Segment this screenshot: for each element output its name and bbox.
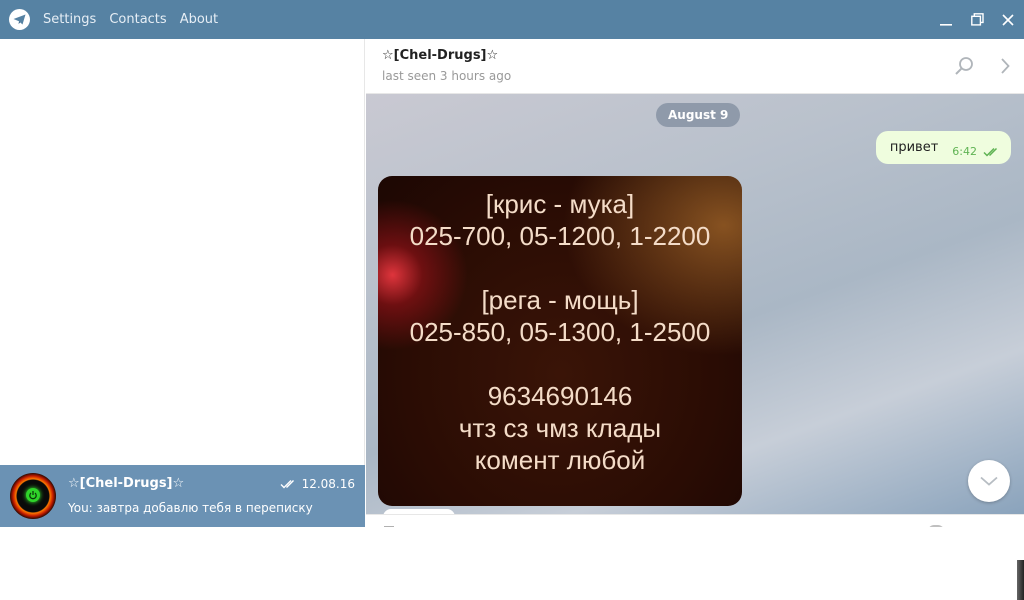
dialog-name: ☆[Chel-Drugs]☆ bbox=[68, 476, 185, 491]
minimize-icon bbox=[940, 23, 952, 26]
photo-caption-image-text: [крис - мука] 025-700, 05-1200, 1-2200 [… bbox=[378, 188, 742, 476]
search-button[interactable] bbox=[951, 53, 977, 79]
dialogs-sidebar: ☆[Chel-Drugs]☆ 12.08.16 You: завтра доба… bbox=[0, 39, 365, 527]
dialog-date-text: 12.08.16 bbox=[301, 477, 355, 491]
profile-toggle-button[interactable] bbox=[992, 53, 1018, 79]
photo-message[interactable]: [крис - мука] 025-700, 05-1200, 1-2200 [… bbox=[378, 176, 742, 506]
compose-area[interactable] bbox=[366, 514, 1024, 527]
telegram-logo-icon bbox=[9, 9, 30, 30]
chat-header: ☆[Chel-Drugs]☆ last seen 3 hours ago bbox=[366, 39, 1024, 94]
photo-line: чтз сз чмз клады bbox=[458, 413, 662, 443]
message-meta: 6:42 bbox=[952, 137, 1001, 158]
desktop-edge bbox=[1017, 560, 1024, 600]
telegram-window: Settings Contacts About ☆[Chel-Drugs]☆ 1… bbox=[0, 0, 1024, 527]
photo-line: [рега - мощь] bbox=[481, 285, 639, 315]
close-button[interactable] bbox=[993, 0, 1023, 39]
close-icon bbox=[1002, 13, 1014, 26]
message-time: 6:42 bbox=[952, 145, 977, 158]
attach-icon[interactable] bbox=[384, 526, 394, 527]
double-check-icon bbox=[280, 480, 294, 489]
photo-line: [крис - мука] bbox=[485, 189, 635, 219]
menu-about[interactable]: About bbox=[180, 12, 218, 27]
avatar bbox=[10, 473, 56, 519]
minimize-button[interactable] bbox=[931, 0, 961, 39]
photo-line bbox=[378, 252, 742, 284]
photo-line: 025-700, 05-1200, 1-2200 bbox=[409, 221, 711, 251]
search-icon bbox=[955, 57, 973, 75]
menu-contacts[interactable]: Contacts bbox=[109, 12, 166, 27]
menu-settings[interactable]: Settings bbox=[43, 12, 96, 27]
dialog-date: 12.08.16 bbox=[280, 477, 355, 491]
photo-line: 9634690146 bbox=[487, 381, 633, 411]
chevron-down-icon bbox=[980, 476, 998, 486]
photo-line bbox=[378, 348, 742, 380]
title-bar: Settings Contacts About bbox=[0, 0, 1024, 39]
photo-line: комент любой bbox=[474, 445, 646, 475]
chevron-right-icon bbox=[1001, 58, 1010, 74]
power-icon bbox=[26, 488, 40, 502]
main-menu: Settings Contacts About bbox=[43, 0, 218, 39]
dialog-preview: You: завтра добавлю тебя в переписку bbox=[68, 501, 313, 515]
dialog-item-active[interactable]: ☆[Chel-Drugs]☆ 12.08.16 You: завтра доба… bbox=[0, 465, 365, 527]
restore-icon bbox=[970, 13, 984, 26]
scroll-down-button[interactable] bbox=[968, 460, 1010, 502]
maximize-button[interactable] bbox=[962, 0, 992, 39]
peer-status: last seen 3 hours ago bbox=[382, 69, 512, 83]
message-history[interactable]: August 9 привет 6:42 [крис - мука] 025-7… bbox=[366, 94, 1024, 514]
date-separator: August 9 bbox=[656, 103, 741, 127]
outgoing-message[interactable]: привет 6:42 bbox=[875, 131, 1011, 164]
photo-line: 025-850, 05-1300, 1-2500 bbox=[409, 317, 711, 347]
double-check-icon bbox=[983, 147, 998, 157]
emoji-icon[interactable] bbox=[928, 525, 944, 527]
peer-name[interactable]: ☆[Chel-Drugs]☆ bbox=[382, 48, 498, 63]
message-text: привет bbox=[889, 140, 939, 155]
